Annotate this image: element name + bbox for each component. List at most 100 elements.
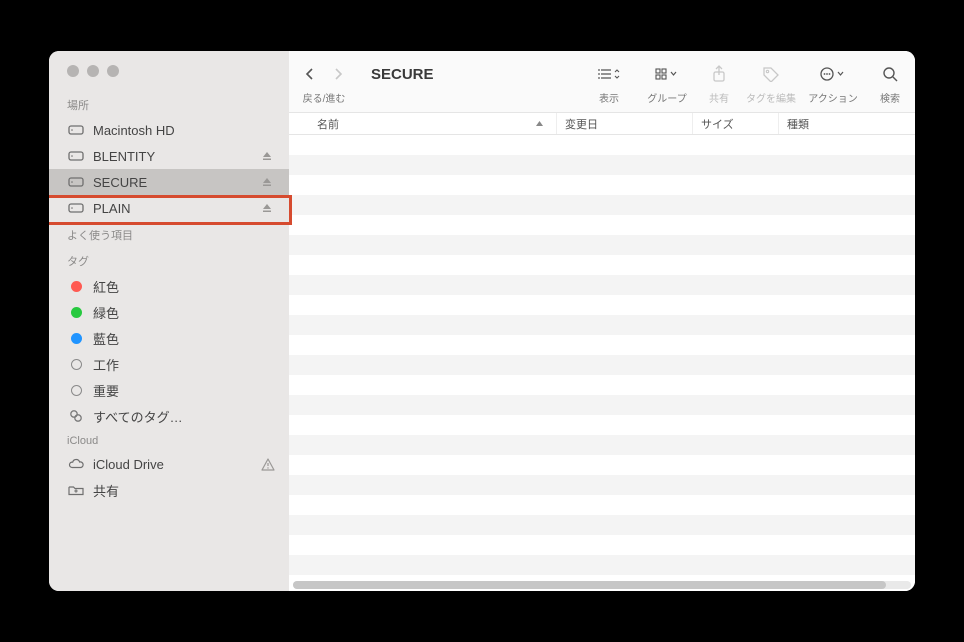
close-button[interactable] (67, 65, 79, 77)
zoom-button[interactable] (107, 65, 119, 77)
list-row (289, 455, 915, 475)
sidebar-tag-blue[interactable]: 藍色 (49, 325, 289, 351)
column-label: サイズ (701, 116, 734, 132)
column-label: 変更日 (565, 116, 598, 132)
back-forward-label: 戻る/進む (303, 90, 346, 105)
edit-tags-button[interactable] (759, 61, 783, 87)
minimize-button[interactable] (87, 65, 99, 77)
share-label: 共有 (709, 90, 729, 105)
search-label: 検索 (880, 90, 900, 105)
list-row (289, 495, 915, 515)
shared-folder-icon (67, 484, 85, 496)
list-row (289, 555, 915, 575)
sidebar-item-secure[interactable]: SECURE (49, 169, 289, 195)
tag-dot-icon (67, 307, 85, 318)
eject-icon[interactable] (261, 150, 275, 162)
column-header-date[interactable]: 変更日 (557, 113, 693, 134)
action-button[interactable] (819, 61, 847, 87)
column-headers: 名前 変更日 サイズ 種類 (289, 113, 915, 135)
search-button[interactable] (878, 61, 902, 87)
warning-icon (261, 458, 275, 471)
sidebar-item-label: 紅色 (93, 277, 275, 296)
sidebar-item-label: 共有 (93, 481, 275, 500)
scrollbar-thumb[interactable] (293, 581, 886, 589)
sidebar-item-label: iCloud Drive (93, 457, 261, 472)
sidebar-section-icloud: iCloud (49, 429, 289, 451)
back-button[interactable] (298, 61, 322, 87)
column-label: 名前 (317, 116, 339, 132)
view-mode-button[interactable] (597, 61, 621, 87)
list-row (289, 195, 915, 215)
cloud-icon (67, 458, 85, 470)
disk-icon (67, 150, 85, 162)
group-button[interactable] (655, 61, 679, 87)
list-row (289, 375, 915, 395)
sidebar-item-label: PLAIN (93, 201, 261, 216)
list-row (289, 255, 915, 275)
window-controls (49, 65, 289, 77)
disk-icon (67, 124, 85, 136)
main-content: 戻る/進む SECURE (289, 51, 915, 591)
column-header-size[interactable]: サイズ (693, 113, 779, 134)
column-header-name[interactable]: 名前 (289, 113, 557, 134)
list-row (289, 155, 915, 175)
sidebar-tag-work[interactable]: 工作 (49, 351, 289, 377)
sidebar-tag-green[interactable]: 緑色 (49, 299, 289, 325)
sidebar-tag-red[interactable]: 紅色 (49, 273, 289, 299)
sidebar-item-label: SECURE (93, 175, 261, 190)
sidebar-section-tags: タグ (49, 247, 289, 273)
view-label: 表示 (599, 90, 619, 105)
list-row (289, 535, 915, 555)
folder-title: SECURE (371, 66, 434, 83)
finder-window: 場所 Macintosh HD BLENTITY SECURE (49, 51, 915, 591)
list-row (289, 235, 915, 255)
horizontal-scrollbar[interactable] (293, 581, 911, 589)
sidebar-tag-important[interactable]: 重要 (49, 377, 289, 403)
list-row (289, 295, 915, 315)
list-row (289, 435, 915, 455)
column-label: 種類 (787, 116, 809, 132)
eject-icon[interactable] (261, 176, 275, 188)
toolbar: 戻る/進む SECURE (289, 51, 915, 113)
column-header-kind[interactable]: 種類 (779, 113, 915, 134)
list-row (289, 275, 915, 295)
sidebar-item-icloud-drive[interactable]: iCloud Drive (49, 451, 289, 477)
sidebar-all-tags[interactable]: すべてのタグ… (49, 403, 289, 429)
sidebar-section-favorites: よく使う項目 (49, 221, 289, 247)
tag-dot-icon (67, 333, 85, 344)
action-label: アクション (808, 90, 858, 105)
title-area: SECURE (359, 59, 434, 89)
list-row (289, 475, 915, 495)
forward-button[interactable] (326, 61, 350, 87)
sort-indicator-icon (535, 119, 548, 128)
sidebar-section-locations: 場所 (49, 91, 289, 117)
list-row (289, 515, 915, 535)
sidebar-item-label: 重要 (93, 381, 275, 400)
tag-dot-icon (67, 281, 85, 292)
list-row (289, 215, 915, 235)
share-button[interactable] (707, 61, 731, 87)
group-label: グループ (647, 90, 686, 105)
list-row (289, 175, 915, 195)
list-row (289, 315, 915, 335)
sidebar-item-plain[interactable]: PLAIN (49, 195, 289, 221)
disk-icon (67, 176, 85, 188)
list-row (289, 395, 915, 415)
sidebar-item-blentity[interactable]: BLENTITY (49, 143, 289, 169)
file-list[interactable] (289, 135, 915, 591)
tag-dot-icon (67, 359, 85, 370)
sidebar-item-label: BLENTITY (93, 149, 261, 164)
disk-icon (67, 202, 85, 214)
list-row (289, 335, 915, 355)
edit-tags-label: タグを編集 (746, 90, 796, 105)
eject-icon[interactable] (261, 202, 275, 214)
sidebar-item-label: 緑色 (93, 303, 275, 322)
sidebar: 場所 Macintosh HD BLENTITY SECURE (49, 51, 289, 591)
sidebar-item-label: 工作 (93, 355, 275, 374)
sidebar-item-macintosh-hd[interactable]: Macintosh HD (49, 117, 289, 143)
list-row (289, 135, 915, 155)
list-row (289, 415, 915, 435)
list-row (289, 355, 915, 375)
sidebar-item-label: 藍色 (93, 329, 275, 348)
sidebar-item-shared[interactable]: 共有 (49, 477, 289, 503)
